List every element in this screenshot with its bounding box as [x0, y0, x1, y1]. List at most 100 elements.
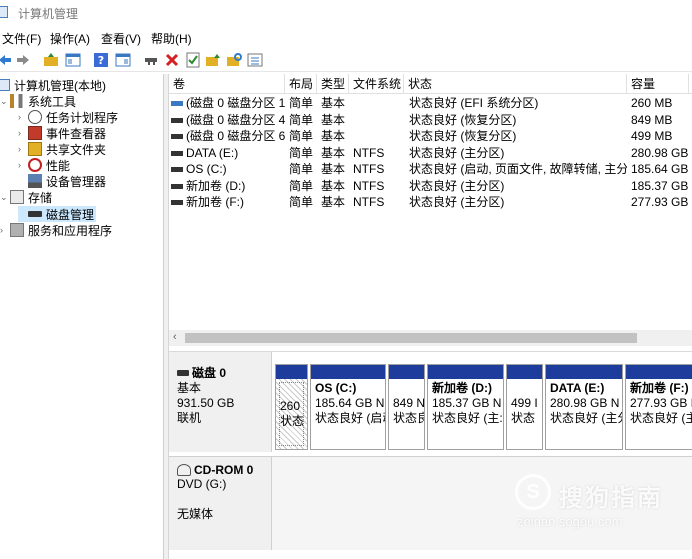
partition-size: 499 I: [511, 396, 538, 410]
forward-arrow-icon[interactable]: [14, 51, 32, 69]
disk0-label[interactable]: 磁盘 0 基本 931.50 GB 联机: [169, 352, 272, 452]
cell-type: 基本: [321, 96, 346, 110]
column-filesystem[interactable]: 文件系统: [349, 74, 404, 94]
volume-icon: [171, 117, 183, 123]
volume-name: (磁盘 0 磁盘分区 1): [186, 96, 285, 110]
tree-item-event-viewer[interactable]: › 事件查看器: [18, 125, 106, 141]
cell-vol: 新加卷 (D:): [171, 178, 285, 194]
table-row[interactable]: (磁盘 0 磁盘分区 4) 简单 基本 状态良好 (恢复分区) 849 MB: [169, 112, 692, 128]
tree-item-services-apps[interactable]: › 服务和应用程序: [0, 222, 112, 238]
shared-folder-icon: [28, 142, 42, 156]
partition-header: [389, 365, 424, 379]
cell-layout: 简单: [289, 178, 314, 193]
cell-type: 基本: [321, 195, 346, 209]
expand-chevron-icon[interactable]: ⌄: [0, 96, 10, 107]
list-view-icon[interactable]: [246, 51, 264, 69]
tree-item-storage[interactable]: ⌄ 存储: [0, 189, 52, 205]
watermark-text: 搜狗指南: [559, 485, 663, 512]
cell-fs: [353, 95, 404, 111]
disk-management-icon: [28, 211, 42, 217]
expand-chevron-icon[interactable]: ›: [18, 160, 28, 170]
cdrom-icon: [177, 464, 191, 476]
expand-chevron-icon[interactable]: ›: [18, 128, 28, 138]
partition-status: 状态良好 (主: [630, 411, 692, 425]
folder-up-icon[interactable]: [204, 51, 222, 69]
partition-status: 状态良: [393, 411, 424, 425]
partition-header: [507, 365, 542, 379]
computer-management-icon: [0, 6, 8, 18]
window-title: 计算机管理: [18, 7, 79, 21]
table-row[interactable]: DATA (E:) 简单 基本 NTFS 状态良好 (主分区) 280.98 GB: [169, 145, 692, 161]
volume-icon: [171, 200, 183, 206]
table-row[interactable]: OS (C:) 简单 基本 NTFS 状态良好 (启动, 页面文件, 故障转储, 主分区…: [169, 161, 692, 177]
clock-icon: [28, 110, 42, 124]
cell-capacity: 849 MB: [631, 112, 673, 127]
partition-status: 状态良好 (主:: [432, 411, 503, 425]
scrollbar-thumb[interactable]: [185, 333, 637, 343]
partition-f[interactable]: 新加卷 (F:) 277.93 GB N 状态良好 (主: [625, 364, 692, 450]
show-hide-tree-icon[interactable]: [64, 51, 82, 69]
menu-bar: 文件(F) 操作(A) 查看(V) 帮助(H): [0, 28, 692, 48]
expand-chevron-icon[interactable]: ⌄: [0, 192, 10, 203]
tree-item-performance[interactable]: › 性能: [18, 157, 70, 173]
up-folder-icon[interactable]: [42, 51, 60, 69]
folder-search-icon[interactable]: [225, 51, 243, 69]
expand-chevron-icon[interactable]: ›: [18, 112, 28, 122]
partition-recovery-1[interactable]: 849 N 状态良: [388, 364, 425, 450]
partition-size: 185.37 GB N: [432, 396, 502, 410]
tree-item-disk-management[interactable]: 磁盘管理: [18, 206, 96, 222]
volume-icon: [171, 134, 183, 140]
table-row[interactable]: (磁盘 0 磁盘分区 1) 简单 基本 状态良好 (EFI 系统分区) 260 MB: [169, 95, 692, 111]
help-icon[interactable]: ?: [92, 51, 110, 69]
expand-chevron-icon[interactable]: ›: [18, 144, 28, 154]
tree-item-device-manager[interactable]: 设备管理器: [18, 173, 106, 189]
table-row[interactable]: 新加卷 (F:) 简单 基本 NTFS 状态良好 (主分区) 277.93 GB: [169, 194, 692, 210]
column-type[interactable]: 类型: [317, 74, 349, 94]
partition-d[interactable]: 新加卷 (D:) 185.37 GB N 状态良好 (主:: [427, 364, 504, 450]
partition-recovery-2[interactable]: 499 I 状态: [506, 364, 543, 450]
cdrom0-label[interactable]: CD-ROM 0 DVD (G:) 无媒体: [169, 456, 272, 550]
partition-header: [311, 365, 385, 379]
tree-item-label: 共享文件夹: [46, 142, 107, 157]
tree-item-system-tools[interactable]: ⌄ 系统工具: [0, 93, 76, 109]
volume-name: DATA (E:): [186, 145, 239, 160]
partition-efi[interactable]: 260 状态: [275, 364, 308, 450]
horizontal-scrollbar[interactable]: ‹: [169, 330, 692, 346]
menu-action[interactable]: 操作(A): [50, 30, 90, 47]
cdrom0-name: CD-ROM 0: [194, 463, 254, 477]
back-arrow-icon[interactable]: [0, 51, 14, 69]
column-layout[interactable]: 布局: [285, 74, 317, 94]
disk0-name: 磁盘 0: [192, 366, 227, 380]
column-capacity[interactable]: 容量: [627, 74, 689, 94]
column-volume[interactable]: 卷: [169, 74, 285, 94]
column-status[interactable]: 状态: [404, 74, 627, 94]
cell-status: 状态良好 (主分区): [409, 195, 505, 209]
tree-item-task-scheduler[interactable]: › 任务计划程序: [18, 109, 118, 125]
partition-title: 新加卷 (D:): [432, 381, 492, 395]
volume-icon: [171, 150, 183, 156]
partition-size: 849 N: [393, 396, 424, 410]
menu-help[interactable]: 帮助(H): [151, 30, 192, 47]
scroll-left-icon[interactable]: ‹: [173, 331, 177, 343]
disk0-state: 联机: [177, 411, 202, 425]
disk0-size: 931.50 GB: [177, 396, 235, 410]
cell-fs: NTFS: [353, 145, 385, 160]
table-row[interactable]: 新加卷 (D:) 简单 基本 NTFS 状态良好 (主分区) 185.37 GB: [169, 178, 692, 194]
partition-c[interactable]: OS (C:) 185.64 GB N 状态良好 (启动: [310, 364, 386, 450]
menu-file[interactable]: 文件(F): [2, 30, 41, 47]
checklist-icon[interactable]: [184, 51, 202, 69]
cell-layout: 简单: [289, 195, 314, 209]
tree-root[interactable]: 计算机管理(本地): [0, 77, 106, 93]
expand-chevron-icon[interactable]: ›: [0, 225, 10, 235]
connect-icon[interactable]: [142, 51, 160, 69]
properties-icon[interactable]: [114, 51, 132, 69]
cell-fs: NTFS: [353, 162, 385, 176]
table-row[interactable]: (磁盘 0 磁盘分区 6) 简单 基本 状态良好 (恢复分区) 499 MB: [169, 128, 692, 144]
device-manager-icon: [28, 174, 42, 188]
partition-e[interactable]: DATA (E:) 280.98 GB N 状态良好 (主分: [545, 364, 623, 450]
menu-view[interactable]: 查看(V): [101, 30, 141, 47]
partition-status: 状态良好 (主分: [550, 411, 622, 425]
delete-icon[interactable]: [163, 51, 181, 69]
tree-item-shared-folders[interactable]: › 共享文件夹: [18, 141, 106, 157]
volume-name: 新加卷 (F:): [186, 195, 244, 209]
